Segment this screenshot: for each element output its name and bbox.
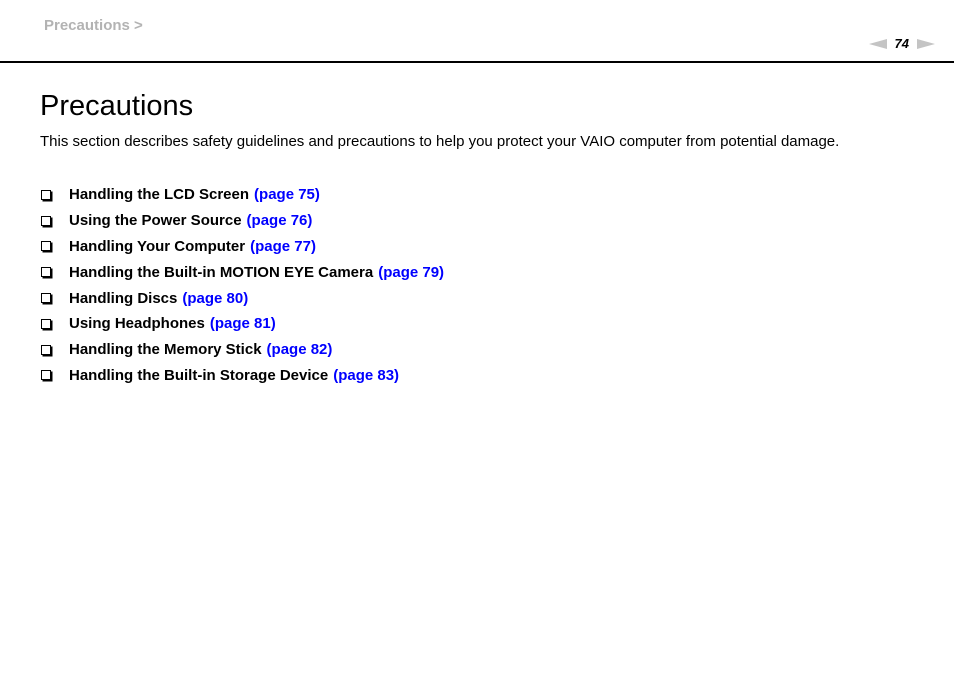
- checkbox-bullet-icon: [41, 215, 51, 226]
- toc-item-label: Handling the Memory Stick: [69, 341, 262, 359]
- page-number: 74: [894, 36, 909, 51]
- checkbox-bullet-icon: [41, 267, 51, 278]
- toc-item-label: Handling the Built-in Storage Device: [69, 366, 329, 384]
- toc-item-label: Handling the Built-in MOTION EYE Camera: [69, 263, 374, 281]
- toc-item-label: Handling the LCD Screen: [69, 186, 250, 204]
- page-navigator: 74: [868, 36, 935, 51]
- toc-page-link[interactable]: (page 75): [254, 186, 320, 203]
- checkbox-bullet-icon: [41, 293, 51, 304]
- toc-item: Using the Power Source (page 76): [40, 208, 444, 234]
- toc-item: Using Headphones (page 81): [40, 311, 444, 337]
- toc-page-link[interactable]: (page 81): [210, 315, 276, 332]
- toc-item: Handling the Memory Stick (page 82): [40, 337, 444, 363]
- page-title: Precautions: [40, 90, 194, 122]
- intro-text: This section describes safety guidelines…: [40, 133, 840, 150]
- toc-item: Handling Discs (page 80): [40, 285, 444, 311]
- toc-item-label: Using Headphones: [69, 315, 205, 333]
- toc-item-label: Using the Power Source: [69, 212, 242, 230]
- next-page-arrow-icon[interactable]: [917, 39, 935, 49]
- toc-item: Handling the Built-in MOTION EYE Camera …: [40, 259, 444, 285]
- header-divider: [0, 61, 954, 63]
- toc-item: Handling the Built-in Storage Device (pa…: [40, 363, 444, 389]
- toc-page-link[interactable]: (page 82): [267, 341, 333, 358]
- checkbox-bullet-icon: [41, 189, 51, 200]
- checkbox-bullet-icon: [41, 370, 51, 381]
- toc-item: Handling Your Computer (page 77): [40, 234, 444, 260]
- toc-page-link[interactable]: (page 80): [182, 290, 248, 307]
- toc-list: Handling the LCD Screen (page 75) Using …: [40, 182, 444, 388]
- checkbox-bullet-icon: [41, 344, 51, 355]
- prev-page-arrow-icon[interactable]: [868, 39, 887, 49]
- toc-item: Handling the LCD Screen (page 75): [40, 182, 444, 208]
- toc-item-label: Handling Your Computer: [69, 237, 246, 255]
- toc-page-link[interactable]: (page 77): [250, 238, 316, 255]
- toc-item-label: Handling Discs: [69, 289, 178, 307]
- checkbox-bullet-icon: [41, 241, 51, 252]
- checkbox-bullet-icon: [41, 318, 51, 329]
- toc-page-link[interactable]: (page 76): [247, 212, 313, 229]
- toc-page-link[interactable]: (page 79): [378, 264, 444, 281]
- breadcrumb: Precautions >: [44, 17, 143, 34]
- toc-page-link[interactable]: (page 83): [333, 367, 399, 384]
